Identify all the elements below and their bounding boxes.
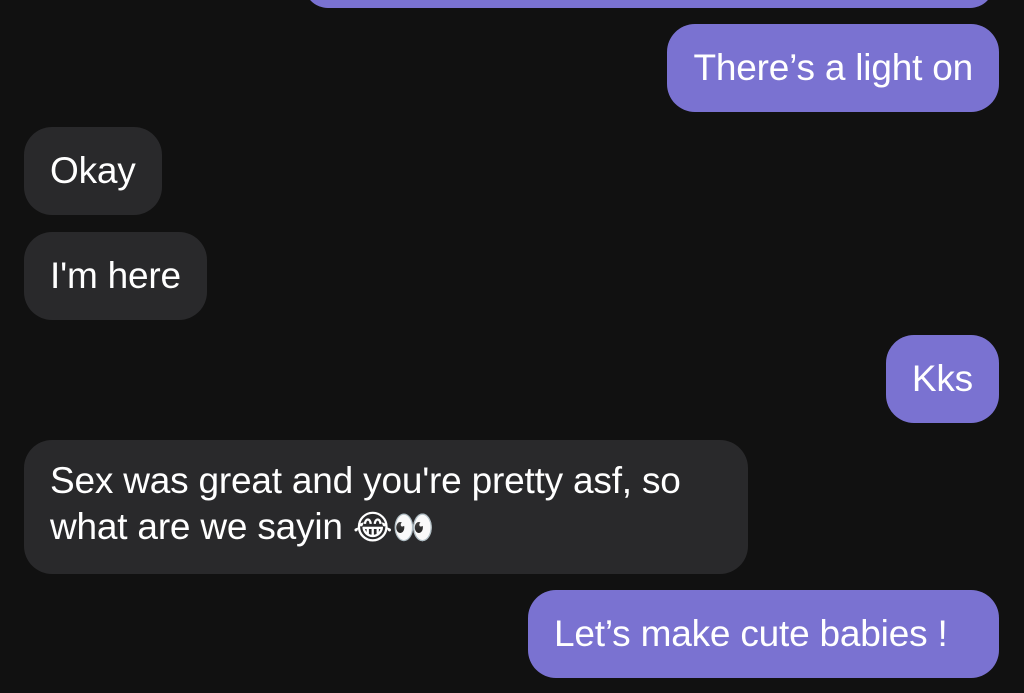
message-bubble-sent[interactable]: There’s a light on — [667, 24, 999, 112]
message-bubble-received[interactable]: I'm here — [24, 232, 207, 320]
message-bubble-received[interactable]: Sex was great and you're pretty asf, so … — [24, 440, 748, 574]
message-text: what are we sayin — [50, 506, 343, 547]
message-text: Kks — [911, 358, 973, 399]
message-bubble-sent[interactable]: Let’s make cute babies ! — [528, 590, 999, 678]
laughing-eyes-emoji-icon: 😂👀 — [352, 508, 435, 548]
message-text-line-2: what are we sayin 😂👀 — [50, 504, 722, 551]
message-bubble-received[interactable]: Okay — [24, 127, 162, 215]
message-text: There’s a light on — [693, 47, 973, 88]
message-text-line-1: Sex was great and you're pretty asf, so — [50, 460, 681, 501]
message-text: Let’s make cute babies ! — [554, 613, 948, 654]
message-bubble-sent[interactable]: Kks — [885, 335, 999, 423]
message-bubble-sent-partial[interactable] — [304, 0, 994, 8]
message-text: I'm here — [50, 255, 181, 296]
message-text: Okay — [50, 150, 136, 191]
message-thread[interactable]: There’s a light on Okay I'm here Kks Sex… — [0, 0, 1024, 693]
